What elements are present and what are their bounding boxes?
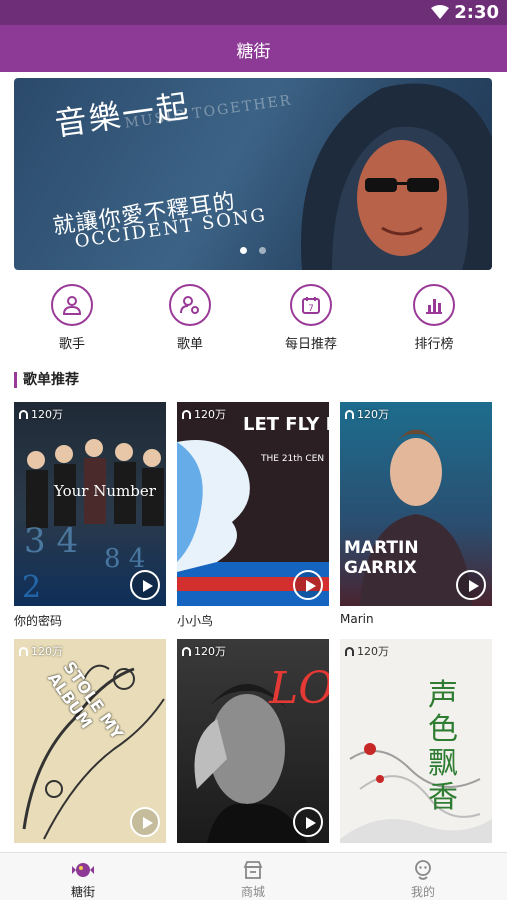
play-button[interactable] bbox=[130, 570, 160, 600]
calendar-icon: 7 bbox=[290, 284, 332, 326]
quick-link-label: 排行榜 bbox=[414, 337, 454, 352]
playlist-cover[interactable]: STOLE MY ALBUM 120万 bbox=[14, 639, 166, 843]
headphones-icon bbox=[345, 410, 354, 419]
section-title: 歌单推荐 bbox=[14, 372, 79, 388]
carousel-dot[interactable] bbox=[259, 247, 266, 254]
headphones-icon bbox=[19, 410, 28, 419]
cover-title: Your Number bbox=[54, 482, 156, 500]
quick-link-label: 歌手 bbox=[58, 337, 85, 352]
headphones-icon bbox=[345, 647, 354, 656]
app-bar: 糖街 bbox=[0, 25, 507, 72]
quick-link-singer[interactable]: 歌手 bbox=[22, 284, 122, 352]
quick-link-label: 歌单 bbox=[176, 337, 203, 352]
svg-text:2: 2 bbox=[22, 570, 41, 605]
bottom-nav: 糖街 商城 我的 bbox=[0, 852, 507, 900]
quick-link-playlist[interactable]: 歌单 bbox=[140, 284, 240, 352]
play-count: 120万 bbox=[19, 643, 63, 659]
play-count: 120万 bbox=[182, 643, 226, 659]
carousel-dot[interactable] bbox=[240, 247, 247, 254]
carousel-indicator bbox=[14, 239, 492, 258]
playlist-cover[interactable]: MARTIN GARRIX 120万 bbox=[340, 402, 492, 606]
cover-title: 声色飘香 bbox=[428, 678, 458, 815]
play-button[interactable] bbox=[130, 807, 160, 837]
profile-icon bbox=[415, 860, 431, 880]
cover-subtitle: THE 21th CEN bbox=[261, 454, 325, 464]
nav-item-shop[interactable]: 商城 bbox=[203, 859, 303, 900]
cover-title: MARTIN GARRIX bbox=[344, 538, 419, 578]
playlist-icon bbox=[169, 284, 211, 326]
play-button[interactable] bbox=[293, 807, 323, 837]
quick-link-label: 每日推荐 bbox=[284, 337, 337, 352]
cover-title: LO bbox=[269, 663, 329, 714]
play-count: 120万 bbox=[182, 406, 226, 422]
nav-label: 糖街 bbox=[70, 885, 95, 899]
wifi-icon bbox=[431, 5, 449, 19]
headphones-icon bbox=[182, 410, 191, 419]
candy-icon bbox=[72, 863, 94, 877]
playlist-name: Marin bbox=[340, 612, 374, 626]
headphones-icon bbox=[19, 647, 28, 656]
quick-link-daily[interactable]: 7 每日推荐 bbox=[261, 284, 361, 352]
singer-icon bbox=[51, 284, 93, 326]
nav-item-profile[interactable]: 我的 bbox=[373, 859, 473, 900]
svg-text:3 4: 3 4 bbox=[24, 521, 78, 561]
cover-title: LET FLY BI bbox=[243, 414, 329, 435]
nav-item-candy-street[interactable]: 糖街 bbox=[33, 859, 133, 900]
page-title: 糖街 bbox=[236, 42, 271, 62]
playlist-cover[interactable]: LET FLY BI THE 21th CEN 120万 bbox=[177, 402, 329, 606]
play-count: 120万 bbox=[345, 643, 389, 659]
quick-link-chart[interactable]: 排行榜 bbox=[384, 284, 484, 352]
play-count: 120万 bbox=[19, 406, 63, 422]
playlist-name: 小小鸟 bbox=[177, 614, 214, 628]
banner-carousel[interactable]: 音樂一起 MUSIC TOGETHER 就讓你愛不釋耳的 OCCIDENT SO… bbox=[14, 78, 492, 270]
playlist-cover[interactable]: LO 120万 bbox=[177, 639, 329, 843]
play-button[interactable] bbox=[293, 570, 323, 600]
quick-links: 歌手 歌单 7 每日推荐 排行榜 bbox=[0, 284, 507, 354]
playlist-cover[interactable]: 3 4 8 4 2 Your Number 120万 bbox=[14, 402, 166, 606]
svg-text:8 4: 8 4 bbox=[104, 544, 145, 574]
shop-icon bbox=[243, 861, 263, 879]
play-count: 120万 bbox=[345, 406, 389, 422]
chart-icon bbox=[413, 284, 455, 326]
svg-text:7: 7 bbox=[308, 304, 314, 314]
headphones-icon bbox=[182, 647, 191, 656]
status-time: 2:30 bbox=[454, 2, 499, 23]
nav-label: 我的 bbox=[410, 885, 435, 899]
play-button[interactable] bbox=[456, 570, 486, 600]
status-bar: 2:30 bbox=[0, 0, 507, 25]
nav-label: 商城 bbox=[240, 885, 265, 899]
playlist-cover[interactable]: 声色飘香 120万 bbox=[340, 639, 492, 843]
playlist-name: 你的密码 bbox=[14, 614, 63, 628]
